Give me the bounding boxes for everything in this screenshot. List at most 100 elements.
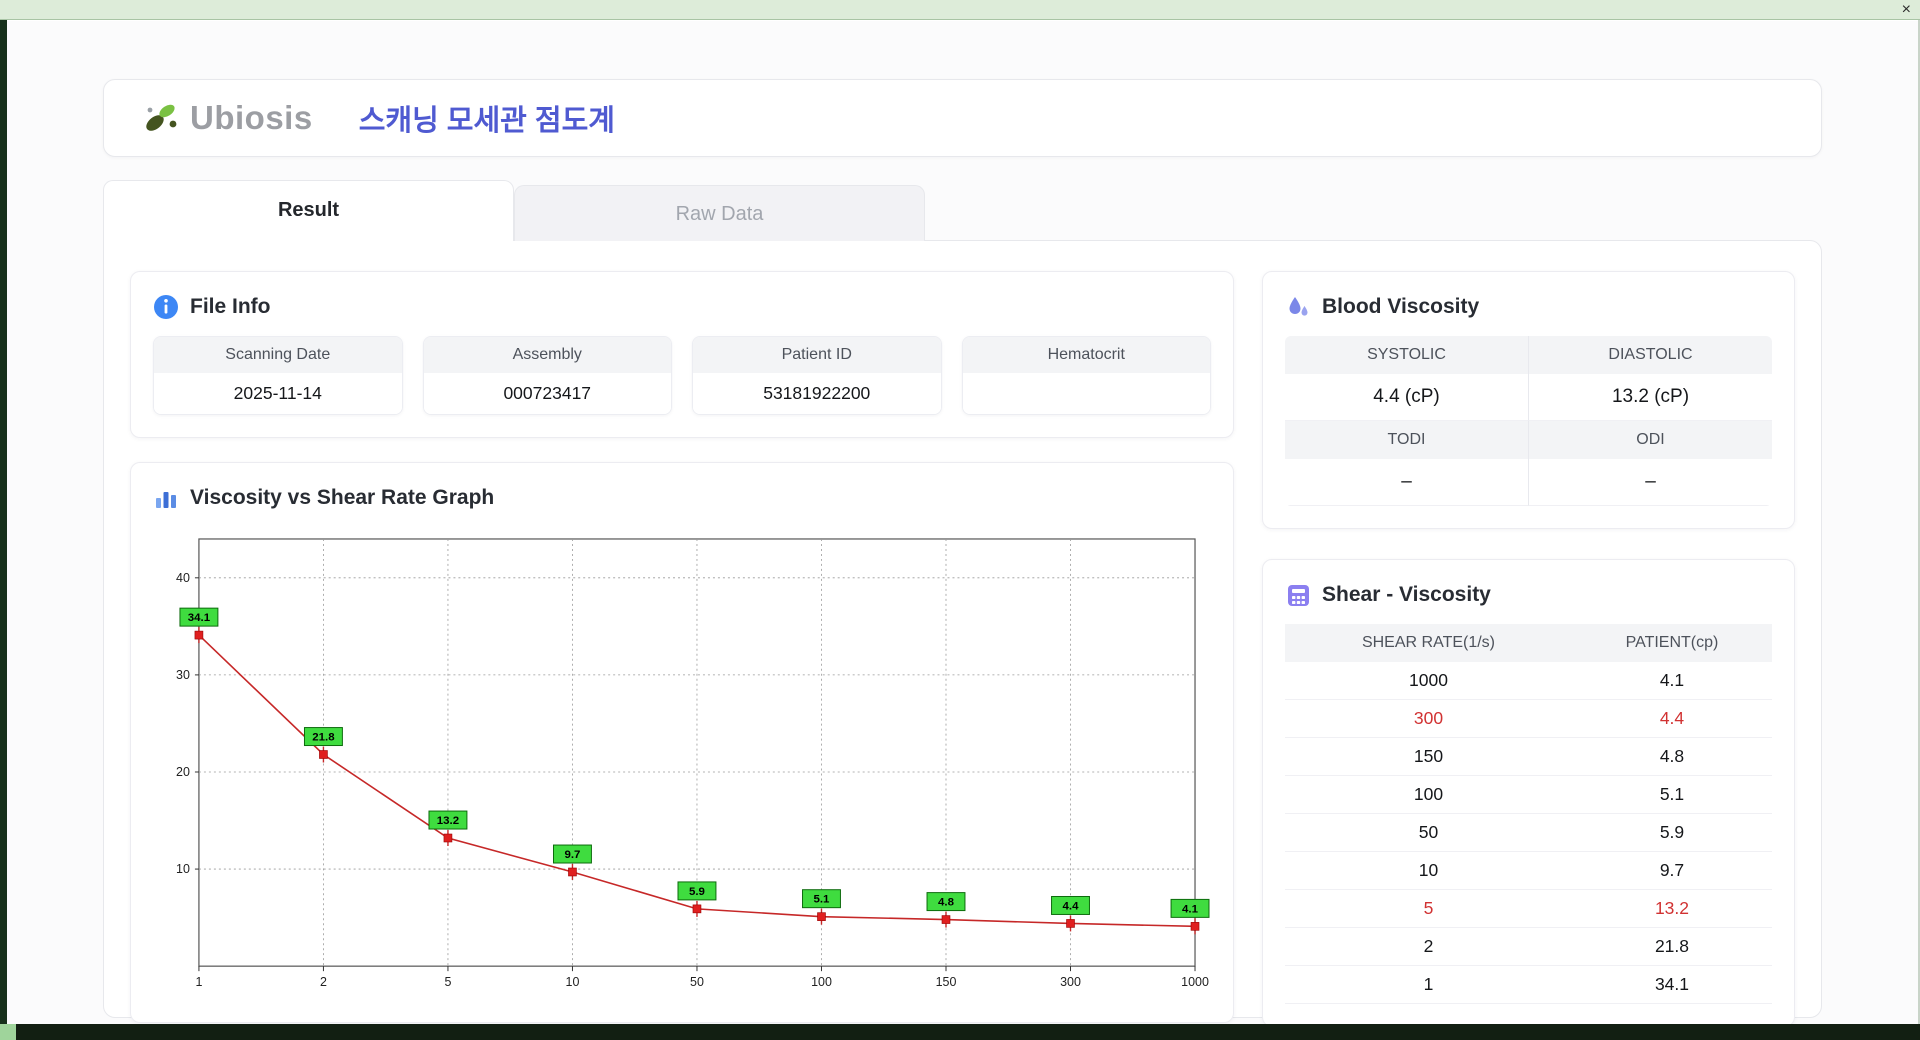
field-scanning-date: Scanning Date 2025-11-14	[153, 336, 403, 415]
svg-text:4.1: 4.1	[1182, 903, 1199, 915]
cell-rate: 50	[1285, 813, 1572, 852]
svg-text:1: 1	[195, 975, 202, 989]
cell-rate: 100	[1285, 775, 1572, 814]
tab-raw-data[interactable]: Raw Data	[514, 185, 925, 241]
cell-rate: 5	[1285, 889, 1572, 928]
shear-viscosity-panel: Shear - Viscosity SHEAR RATE(1/s) PATIEN…	[1262, 559, 1795, 1027]
cell-rate: 150	[1285, 737, 1572, 776]
cell-rate: 1	[1285, 965, 1572, 1004]
field-value: 53181922200	[693, 373, 941, 414]
bv-header-systolic: SYSTOLIC	[1285, 336, 1528, 374]
svg-text:5: 5	[444, 975, 451, 989]
blood-viscosity-grid: SYSTOLIC DIASTOLIC 4.4 (cP) 13.2 (cP) TO…	[1285, 336, 1772, 506]
file-info-panel: File Info Scanning Date 2025-11-14 Assem…	[130, 271, 1234, 438]
graph-panel: Viscosity vs Shear Rate Graph 10 20 30 40 1 2…	[130, 462, 1234, 1024]
svg-text:30: 30	[176, 668, 190, 682]
graph-title: Viscosity vs Shear Rate Graph	[190, 486, 495, 509]
window-left-border	[0, 20, 7, 1040]
cell-rate: 10	[1285, 851, 1572, 890]
cell-rate: 300	[1285, 699, 1572, 738]
shear-rate-header: SHEAR RATE(1/s)	[1285, 624, 1572, 662]
svg-text:9.7: 9.7	[564, 849, 580, 861]
left-column: File Info Scanning Date 2025-11-14 Assem…	[130, 271, 1234, 1024]
cell-patient: 4.1	[1571, 662, 1772, 700]
cell-patient: 4.4	[1571, 699, 1772, 738]
cell-patient: 34.1	[1571, 965, 1772, 1004]
shear-viscosity-table: SHEAR RATE(1/s) PATIENT(cp) 1000 4.1 300 4…	[1285, 624, 1772, 1004]
blood-viscosity-title: Blood Viscosity	[1322, 295, 1480, 318]
table-row: 1000 4.1	[1285, 662, 1772, 700]
table-row: 150 4.8	[1285, 737, 1772, 776]
field-assembly: Assembly 000723417	[422, 336, 672, 415]
app-header: Ubiosis 스캐닝 모세관 점도계	[103, 79, 1822, 157]
close-icon[interactable]: ×	[1902, 0, 1911, 20]
app-content: Ubiosis 스캐닝 모세관 점도계 Result Raw Data File…	[7, 21, 1918, 1027]
table-row: 50 5.9	[1285, 813, 1772, 852]
page-title: 스캐닝 모세관 점도계	[358, 105, 615, 137]
tab-bar: Result Raw Data	[103, 180, 1822, 241]
viscosity-chart-svg: 10 20 30 40 1 2 5 10 50 100 150 300 1000 34.1 21.8 13.2…	[176, 538, 1210, 989]
blood-viscosity-panel: Blood Viscosity SYSTOLIC DIASTOLIC 4.4 (…	[1262, 271, 1795, 529]
info-icon	[153, 294, 179, 320]
bv-value-diastolic: 13.2 (cP)	[1528, 374, 1772, 421]
svg-text:10: 10	[176, 862, 190, 876]
file-info-fields: Scanning Date 2025-11-14 Assembly 000723…	[153, 336, 1211, 415]
svg-text:5.1: 5.1	[814, 894, 831, 906]
svg-text:21.8: 21.8	[312, 732, 335, 744]
svg-text:4.8: 4.8	[938, 897, 955, 909]
table-row: 300 4.4	[1285, 699, 1772, 738]
cell-patient: 5.9	[1571, 813, 1772, 852]
window-corner-accent	[0, 1024, 16, 1040]
result-panel: File Info Scanning Date 2025-11-14 Assem…	[103, 240, 1822, 1027]
svg-text:150: 150	[936, 975, 957, 989]
bv-value-todi: –	[1285, 459, 1528, 506]
file-info-title: File Info	[190, 295, 271, 318]
svg-text:50: 50	[690, 975, 704, 989]
svg-text:2: 2	[320, 975, 327, 989]
field-label: Patient ID	[693, 337, 941, 373]
bv-value-odi: –	[1528, 459, 1772, 506]
table-row: 100 5.1	[1285, 775, 1772, 814]
table-row: 5 13.2	[1285, 889, 1772, 928]
svg-text:100: 100	[811, 975, 832, 989]
field-patient-id: Patient ID 53181922200	[692, 336, 942, 415]
bv-header-todi: TODI	[1285, 421, 1528, 459]
ubiosis-logo-icon	[142, 99, 184, 137]
field-value: 2025-11-14	[154, 373, 402, 414]
bv-header-odi: ODI	[1528, 421, 1772, 459]
svg-text:10: 10	[566, 975, 580, 989]
ubiosis-logo: Ubiosis	[142, 99, 313, 137]
window-title-bar	[0, 0, 1920, 20]
table-row: 2 21.8	[1285, 927, 1772, 966]
svg-text:20: 20	[176, 765, 190, 779]
bv-header-diastolic: DIASTOLIC	[1528, 336, 1772, 374]
bv-value-systolic: 4.4 (cP)	[1285, 374, 1528, 421]
viscosity-chart: 10 20 30 40 1 2 5 10 50 100 150 300 1000 34.1 21.8 13.2…	[153, 527, 1211, 1000]
shear-viscosity-title: Shear - Viscosity	[1322, 583, 1491, 606]
field-label: Scanning Date	[154, 337, 402, 373]
cell-patient: 4.8	[1571, 737, 1772, 776]
field-value	[962, 373, 1210, 414]
svg-text:1000: 1000	[1181, 975, 1209, 989]
cell-rate: 1000	[1285, 662, 1572, 700]
cell-patient: 13.2	[1571, 889, 1772, 928]
table-row: 1 34.1	[1285, 965, 1772, 1004]
svg-text:13.2: 13.2	[437, 815, 459, 827]
field-hematocrit: Hematocrit	[961, 336, 1211, 415]
tab-result[interactable]: Result	[103, 180, 514, 241]
cell-patient: 21.8	[1571, 927, 1772, 966]
calculator-icon	[1285, 582, 1311, 608]
field-label: Assembly	[423, 337, 671, 373]
patient-header: PATIENT(cp)	[1571, 624, 1772, 662]
right-column: Blood Viscosity SYSTOLIC DIASTOLIC 4.4 (…	[1262, 271, 1795, 1027]
cell-rate: 2	[1285, 927, 1572, 966]
svg-text:34.1: 34.1	[188, 612, 211, 624]
cell-patient: 5.1	[1571, 775, 1772, 814]
cell-patient: 9.7	[1571, 851, 1772, 890]
window-bottom-border	[0, 1024, 1920, 1040]
field-label: Hematocrit	[962, 337, 1210, 373]
field-value: 000723417	[423, 373, 671, 414]
svg-text:300: 300	[1060, 975, 1081, 989]
table-row: 10 9.7	[1285, 851, 1772, 890]
svg-text:5.9: 5.9	[689, 886, 705, 898]
